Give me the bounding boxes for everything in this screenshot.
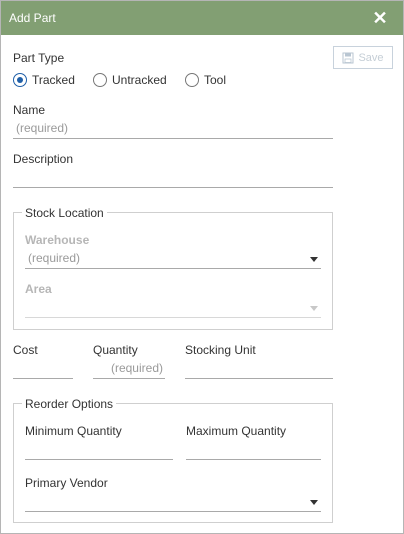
chevron-down-icon: [310, 257, 318, 262]
add-part-dialog: Add Part ✕ Save Part Type Tracked Untrac…: [0, 0, 404, 534]
close-icon[interactable]: ✕: [369, 7, 391, 29]
reorder-options-legend: Reorder Options: [22, 397, 117, 411]
cost-input[interactable]: [13, 359, 73, 379]
dialog-title: Add Part: [9, 11, 56, 25]
radio-button: [93, 73, 107, 87]
minimum-quantity-label: Minimum Quantity: [25, 424, 122, 438]
primary-vendor-label: Primary Vendor: [25, 476, 108, 490]
warehouse-dropdown[interactable]: (required): [25, 249, 321, 269]
part-type-label: Part Type: [13, 51, 65, 65]
stocking-unit-label: Stocking Unit: [185, 343, 256, 357]
radio-button: [185, 73, 199, 87]
radio-tracked-label: Tracked: [32, 73, 75, 87]
name-placeholder: (required): [16, 121, 69, 135]
dialog-titlebar: Add Part ✕: [1, 1, 403, 35]
description-input[interactable]: [13, 168, 333, 188]
save-button[interactable]: Save: [333, 46, 393, 69]
radio-tool-label: Tool: [204, 73, 227, 87]
cost-label: Cost: [13, 343, 38, 357]
radio-untracked[interactable]: Untracked: [93, 73, 167, 87]
chevron-down-icon: [310, 500, 318, 505]
minimum-quantity-input[interactable]: [25, 440, 173, 460]
description-label: Description: [13, 152, 74, 166]
area-label: Area: [25, 282, 52, 296]
quantity-input[interactable]: (required): [93, 359, 165, 379]
floppy-disk-icon: [342, 52, 354, 63]
warehouse-label: Warehouse: [25, 233, 90, 247]
chevron-down-icon: [310, 306, 318, 311]
name-input[interactable]: (required): [13, 119, 333, 139]
maximum-quantity-label: Maximum Quantity: [186, 424, 287, 438]
stocking-unit-input[interactable]: [185, 359, 333, 379]
quantity-placeholder: (required): [110, 361, 163, 375]
radio-tracked[interactable]: Tracked: [13, 73, 75, 87]
name-label: Name: [13, 103, 46, 117]
radio-untracked-label: Untracked: [112, 73, 167, 87]
stock-location-legend: Stock Location: [22, 206, 107, 220]
primary-vendor-dropdown[interactable]: [25, 492, 321, 512]
area-dropdown[interactable]: [25, 298, 321, 318]
radio-button-selected: [13, 73, 27, 87]
warehouse-placeholder: (required): [28, 251, 81, 265]
radio-tool[interactable]: Tool: [185, 73, 226, 87]
save-button-label: Save: [358, 51, 384, 64]
maximum-quantity-input[interactable]: [186, 440, 321, 460]
quantity-label: Quantity: [93, 343, 138, 357]
